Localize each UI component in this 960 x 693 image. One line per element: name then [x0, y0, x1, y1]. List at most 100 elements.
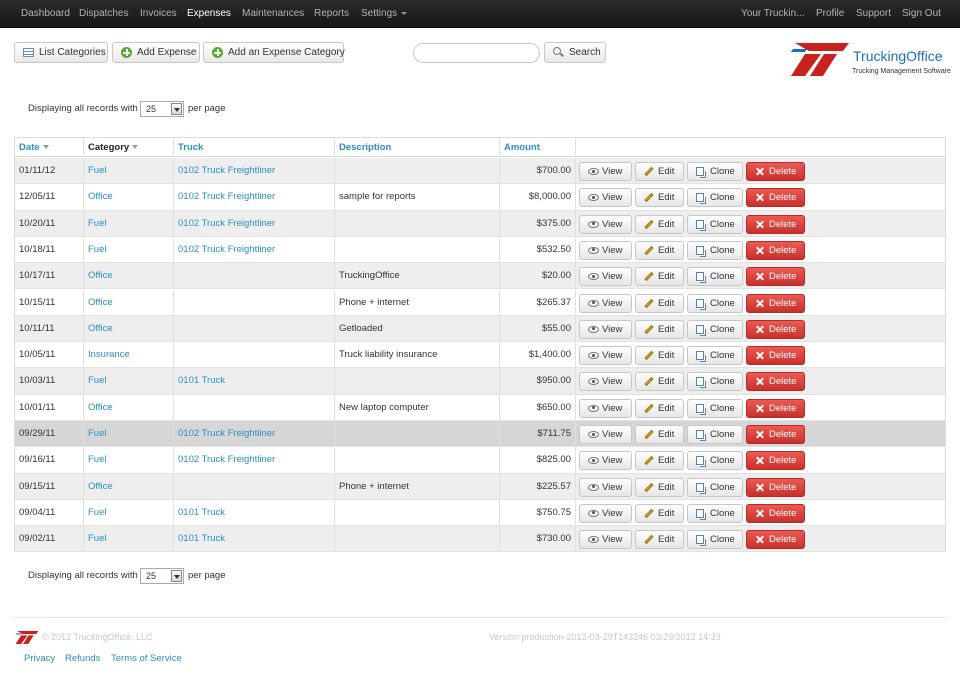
nav-invoices[interactable]: Invoices — [140, 0, 177, 28]
clone-button[interactable]: Clone — [687, 398, 743, 418]
cell-category-link[interactable]: Fuel — [84, 499, 174, 526]
cell-truck-link[interactable]: 0102 Truck Freightliner — [174, 210, 335, 236]
delete-button[interactable]: Delete — [746, 162, 805, 181]
cell-truck-link[interactable] — [174, 473, 335, 499]
cell-category-link[interactable]: Fuel — [84, 210, 174, 236]
clone-button[interactable]: Clone — [687, 503, 743, 523]
edit-button[interactable]: Edit — [635, 214, 684, 234]
edit-button[interactable]: Edit — [635, 503, 684, 523]
column-header-date[interactable]: Date — [15, 138, 84, 157]
cell-truck-link[interactable]: 0101 Truck — [174, 499, 335, 526]
column-header-amount[interactable]: Amount — [500, 138, 576, 157]
clone-button[interactable]: Clone — [687, 240, 743, 260]
cell-category-link[interactable]: Office — [84, 263, 174, 289]
delete-button[interactable]: Delete — [746, 398, 805, 418]
delete-button[interactable]: Delete — [746, 293, 805, 313]
view-button[interactable]: View — [579, 372, 632, 392]
cell-category-link[interactable]: Fuel — [84, 421, 174, 447]
cell-category-link[interactable]: Insurance — [84, 342, 174, 368]
edit-button[interactable]: Edit — [635, 267, 684, 287]
cell-truck-link[interactable]: 0102 Truck Freightliner — [174, 184, 335, 210]
search-input[interactable] — [413, 43, 540, 63]
column-header-category[interactable]: Category — [84, 138, 174, 157]
column-header-truck[interactable]: Truck — [174, 138, 335, 157]
cell-truck-link[interactable]: 0101 Truck — [174, 368, 335, 394]
clone-button[interactable]: Clone — [687, 214, 743, 234]
view-button[interactable]: View — [579, 293, 632, 313]
delete-button[interactable]: Delete — [746, 319, 805, 339]
view-button[interactable]: View — [579, 451, 632, 471]
dropdown-arrow-icon[interactable] — [171, 103, 182, 115]
delete-button[interactable]: Delete — [746, 267, 805, 287]
cell-category-link[interactable]: Fuel — [84, 368, 174, 394]
nav-support[interactable]: Support — [856, 0, 891, 28]
clone-button[interactable]: Clone — [687, 346, 743, 366]
edit-button[interactable]: Edit — [635, 372, 684, 392]
view-button[interactable]: View — [579, 425, 632, 444]
edit-button[interactable]: Edit — [635, 530, 684, 550]
edit-button[interactable]: Edit — [635, 346, 684, 366]
edit-button[interactable]: Edit — [635, 425, 684, 444]
cell-category-link[interactable]: Fuel — [84, 158, 174, 184]
footer-link-privacy[interactable]: Privacy — [24, 653, 55, 664]
edit-button[interactable]: Edit — [635, 398, 684, 418]
column-header-description[interactable]: Description — [335, 138, 500, 157]
nav-profile[interactable]: Profile — [816, 0, 844, 28]
clone-button[interactable]: Clone — [687, 425, 743, 444]
delete-button[interactable]: Delete — [746, 346, 805, 366]
cell-truck-link[interactable] — [174, 394, 335, 420]
delete-button[interactable]: Delete — [746, 451, 805, 471]
nav-expenses[interactable]: Expenses — [187, 0, 231, 28]
nav-maintenances[interactable]: Maintenances — [242, 0, 304, 28]
cell-truck-link[interactable]: 0102 Truck Freightliner — [174, 447, 335, 473]
cell-truck-link[interactable] — [174, 263, 335, 289]
delete-button[interactable]: Delete — [746, 240, 805, 260]
cell-truck-link[interactable]: 0102 Truck Freightliner — [174, 421, 335, 447]
cell-category-link[interactable]: Office — [84, 289, 174, 315]
add-expense-button[interactable]: Add Expense — [112, 42, 200, 63]
footer-link-terms[interactable]: Terms of Service — [111, 653, 182, 664]
per-page-select[interactable]: 25 — [140, 101, 184, 117]
view-button[interactable]: View — [579, 162, 632, 181]
view-button[interactable]: View — [579, 477, 632, 497]
view-button[interactable]: View — [579, 214, 632, 234]
per-page-select[interactable]: 25 — [140, 568, 184, 584]
delete-button[interactable]: Delete — [746, 188, 805, 208]
cell-category-link[interactable]: Fuel — [84, 526, 174, 552]
delete-button[interactable]: Delete — [746, 425, 805, 444]
clone-button[interactable]: Clone — [687, 293, 743, 313]
delete-button[interactable]: Delete — [746, 477, 805, 497]
view-button[interactable]: View — [579, 503, 632, 523]
cell-category-link[interactable]: Office — [84, 473, 174, 499]
clone-button[interactable]: Clone — [687, 267, 743, 287]
footer-link-refunds[interactable]: Refunds — [65, 653, 100, 664]
cell-truck-link[interactable]: 0102 Truck Freightliner — [174, 158, 335, 184]
nav-dashboard[interactable]: Dashboard — [21, 0, 70, 28]
edit-button[interactable]: Edit — [635, 319, 684, 339]
delete-button[interactable]: Delete — [746, 372, 805, 392]
nav-company[interactable]: Your Truckin... — [741, 0, 805, 28]
view-button[interactable]: View — [579, 188, 632, 208]
cell-category-link[interactable]: Office — [84, 184, 174, 210]
view-button[interactable]: View — [579, 346, 632, 366]
view-button[interactable]: View — [579, 398, 632, 418]
clone-button[interactable]: Clone — [687, 319, 743, 339]
nav-dispatches[interactable]: Dispatches — [79, 0, 128, 28]
clone-button[interactable]: Clone — [687, 451, 743, 471]
cell-category-link[interactable]: Fuel — [84, 236, 174, 263]
edit-button[interactable]: Edit — [635, 451, 684, 471]
list-categories-button[interactable]: List Categories — [14, 42, 108, 63]
search-button[interactable]: Search — [544, 42, 606, 63]
edit-button[interactable]: Edit — [635, 162, 684, 181]
edit-button[interactable]: Edit — [635, 293, 684, 313]
delete-button[interactable]: Delete — [746, 214, 805, 234]
view-button[interactable]: View — [579, 240, 632, 260]
cell-category-link[interactable]: Office — [84, 315, 174, 342]
view-button[interactable]: View — [579, 319, 632, 339]
edit-button[interactable]: Edit — [635, 240, 684, 260]
clone-button[interactable]: Clone — [687, 477, 743, 497]
cell-truck-link[interactable]: 0102 Truck Freightliner — [174, 236, 335, 263]
view-button[interactable]: View — [579, 530, 632, 550]
nav-reports[interactable]: Reports — [314, 0, 349, 28]
delete-button[interactable]: Delete — [746, 503, 805, 523]
